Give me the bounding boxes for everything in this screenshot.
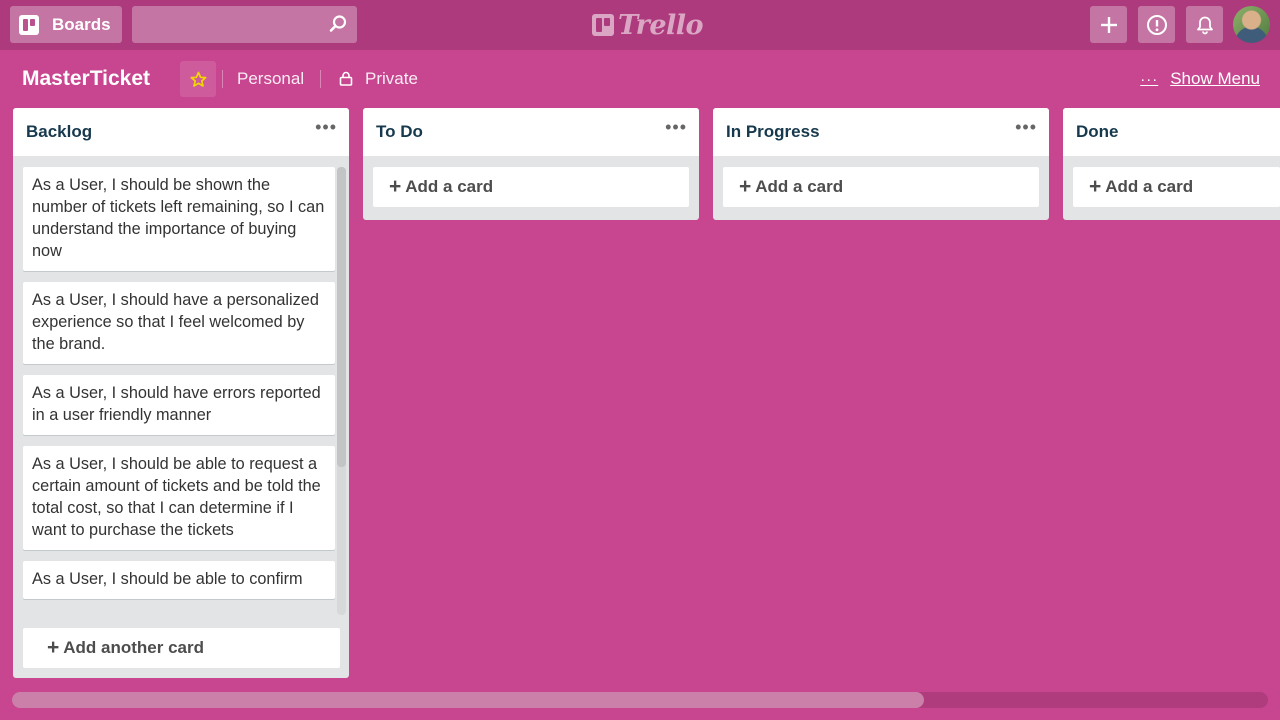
list-menu-icon[interactable]: ••• [1015,118,1037,136]
add-card-label: Add another card [63,638,205,657]
list-header[interactable]: To Do ••• [363,108,699,156]
lock-icon [339,71,353,86]
list-backlog: Backlog ••• As a User, I should be shown… [13,108,349,678]
card[interactable]: As a User, I should have errors reported… [23,375,335,435]
board-scrollbar-thumb[interactable] [12,692,924,708]
top-header: Boards Trello [0,0,1280,50]
create-button[interactable] [1090,6,1127,43]
list-title[interactable]: To Do [376,122,423,142]
team-button[interactable]: Personal [237,69,304,89]
plus-icon: + [739,175,752,198]
search-box[interactable] [132,6,357,43]
visibility-button[interactable]: Private [365,69,418,89]
list-done: Done + Add a card [1063,108,1280,220]
avatar[interactable] [1233,6,1270,43]
board-scrollbar[interactable] [12,692,1268,708]
card[interactable]: As a User, I should be shown the number … [23,167,335,271]
card-container: As a User, I should be shown the number … [23,167,335,615]
add-card-button[interactable]: + Add a card [373,167,689,207]
scrollbar-thumb[interactable] [337,167,346,467]
list-menu-icon[interactable]: ••• [315,118,337,136]
plus-icon: + [47,636,60,659]
boards-icon [19,14,39,35]
show-menu-label: Show Menu [1170,69,1260,88]
boards-label: Boards [52,14,111,34]
search-input[interactable] [132,6,357,43]
board-title[interactable]: MasterTicket [22,67,150,91]
add-card-button[interactable]: + Add a card [1073,167,1280,207]
list-header[interactable]: Done [1063,108,1280,156]
boards-button[interactable]: Boards [10,6,122,43]
trello-logo[interactable]: Trello [592,9,704,41]
list-title[interactable]: In Progress [726,122,820,142]
card[interactable]: As a User, I should be able to confirm [23,561,335,599]
add-card-label: Add a card [755,177,844,196]
add-another-card-button[interactable]: + Add another card [23,628,340,668]
star-button[interactable] [180,61,216,97]
add-card-button[interactable]: + Add a card [723,167,1039,207]
card[interactable]: As a User, I should be able to request a… [23,446,335,550]
plus-icon: + [1089,175,1102,198]
list-menu-icon[interactable]: ••• [665,118,687,136]
list-header[interactable]: Backlog ••• [13,108,349,156]
trello-logo-icon [592,14,614,36]
list-in-progress: In Progress ••• + Add a card [713,108,1049,220]
divider [222,70,223,88]
bell-icon [1196,16,1213,34]
card[interactable]: As a User, I should have a personalized … [23,282,335,364]
show-menu-link[interactable]: ··· Show Menu [1140,69,1260,89]
info-button[interactable] [1138,6,1175,43]
info-icon [1146,14,1167,35]
list-title[interactable]: Backlog [26,122,92,142]
divider [320,70,321,88]
star-icon [190,71,206,87]
list-header[interactable]: In Progress ••• [713,108,1049,156]
add-card-label: Add a card [405,177,494,196]
plus-icon [1100,16,1117,33]
logo-text: Trello [618,9,704,41]
list-scrollbar[interactable] [337,167,346,615]
search-icon[interactable] [328,14,348,34]
more-icon: ··· [1140,70,1159,88]
notifications-button[interactable] [1186,6,1223,43]
plus-icon: + [389,175,402,198]
list-title[interactable]: Done [1076,122,1119,142]
list-to-do: To Do ••• + Add a card [363,108,699,220]
add-card-label: Add a card [1105,177,1194,196]
